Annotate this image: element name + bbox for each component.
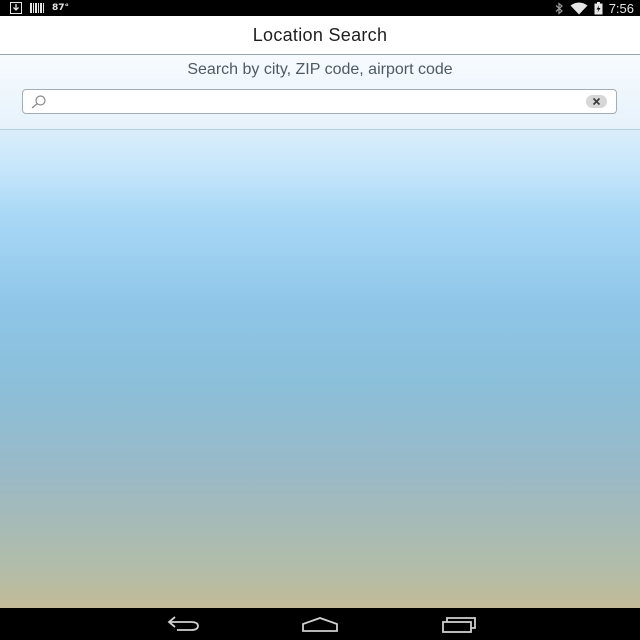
status-bar-left: 87° [10, 0, 69, 16]
back-button[interactable] [160, 612, 206, 636]
home-button[interactable] [297, 612, 343, 636]
search-box[interactable] [22, 89, 617, 114]
back-icon [167, 616, 199, 631]
search-input[interactable] [53, 92, 573, 111]
download-icon [10, 2, 22, 14]
bluetooth-icon [554, 1, 564, 15]
clear-search-button[interactable] [586, 95, 607, 108]
close-icon [592, 97, 601, 106]
recent-apps-icon [442, 617, 476, 633]
title-bar: Location Search [0, 16, 640, 55]
status-bar-right: 7:56 [554, 0, 634, 16]
search-icon [30, 94, 48, 110]
content-area: Search by city, ZIP code, airport code [0, 55, 640, 608]
wifi-icon [570, 2, 588, 15]
navigation-bar [0, 608, 640, 640]
home-icon [302, 617, 338, 632]
battery-icon [594, 1, 603, 15]
recent-apps-button[interactable] [435, 612, 481, 636]
clock: 7:56 [608, 0, 634, 16]
search-hint: Search by city, ZIP code, airport code [187, 61, 453, 78]
search-panel: Search by city, ZIP code, airport code [0, 55, 640, 130]
barcode-icon [30, 2, 44, 14]
temperature-readout: 87° [52, 3, 70, 13]
page-title: Location Search [252, 24, 388, 45]
status-bar: 87° 7:56 [0, 0, 640, 16]
